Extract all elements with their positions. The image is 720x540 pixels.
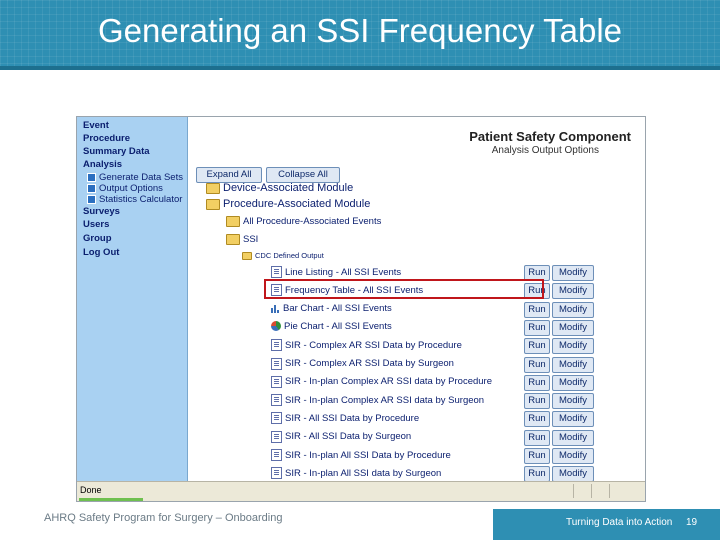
run-button[interactable]: Run bbox=[524, 393, 550, 410]
folder-open-icon bbox=[242, 251, 252, 260]
modify-button[interactable]: Modify bbox=[552, 301, 594, 318]
modify-button[interactable]: Modify bbox=[552, 356, 594, 373]
tree-ssi[interactable]: SSI bbox=[226, 234, 258, 245]
modify-button[interactable]: Modify bbox=[552, 411, 594, 428]
tree-procedure-module[interactable]: Procedure-Associated Module bbox=[206, 198, 370, 210]
report-icon bbox=[271, 375, 282, 388]
output-row-label[interactable]: Bar Chart - All SSI Events bbox=[271, 303, 392, 314]
folder-icon bbox=[206, 182, 220, 194]
status-text: Done bbox=[80, 485, 102, 495]
component-title: Patient Safety Component bbox=[469, 129, 631, 144]
output-row-label[interactable]: SIR - All SSI Data by Procedure bbox=[271, 412, 419, 425]
output-row-label[interactable]: SIR - In-plan Complex AR SSI data by Sur… bbox=[271, 394, 484, 407]
modify-button[interactable]: Modify bbox=[552, 283, 594, 300]
tree-all-procedure-events[interactable]: All Procedure-Associated Events bbox=[226, 216, 381, 227]
modify-button[interactable]: Modify bbox=[552, 374, 594, 391]
pie-chart-icon bbox=[271, 321, 281, 332]
run-button[interactable]: Run bbox=[524, 301, 550, 318]
report-icon bbox=[271, 449, 282, 461]
nav-item-group[interactable]: Group bbox=[83, 233, 112, 244]
report-icon bbox=[271, 430, 282, 443]
nav-item-procedure[interactable]: Procedure bbox=[83, 133, 130, 144]
run-button[interactable]: Run bbox=[524, 411, 550, 428]
report-icon bbox=[271, 339, 282, 352]
slide-title: Generating an SSI Frequency Table bbox=[97, 12, 623, 49]
modify-button[interactable]: Modify bbox=[552, 265, 594, 281]
report-icon bbox=[271, 467, 282, 480]
footer-section-name: Turning Data into Action bbox=[566, 517, 673, 528]
status-segment bbox=[573, 484, 590, 498]
nav-sub-statistics-calculator[interactable]: Statistics Calculator bbox=[87, 194, 182, 205]
run-button[interactable]: Run bbox=[524, 338, 550, 355]
bullet-icon bbox=[87, 184, 96, 193]
nav-item-event[interactable]: Event bbox=[83, 120, 109, 131]
run-button[interactable]: Run bbox=[524, 319, 550, 336]
footer-program-name: AHRQ Safety Program for Surgery – Onboar… bbox=[44, 512, 283, 524]
output-row-label[interactable]: SIR - All SSI Data by Surgeon bbox=[271, 430, 411, 443]
nav-item-surveys[interactable]: Surveys bbox=[83, 206, 120, 217]
nav-sub-output-options[interactable]: Output Options bbox=[87, 183, 163, 194]
sidebar-nav: Event Procedure Summary Data Analysis Ge… bbox=[77, 117, 188, 481]
screenshot-window: Event Procedure Summary Data Analysis Ge… bbox=[76, 116, 646, 502]
status-progress-bar bbox=[79, 498, 143, 501]
folder-icon bbox=[226, 216, 240, 227]
output-row-label[interactable]: SIR - In-plan All SSI Data by Procedure bbox=[271, 449, 451, 461]
nav-item-log-out[interactable]: Log Out bbox=[83, 247, 119, 258]
nav-item-analysis[interactable]: Analysis bbox=[83, 159, 122, 170]
modify-button[interactable]: Modify bbox=[552, 393, 594, 410]
modify-button[interactable]: Modify bbox=[552, 466, 594, 483]
run-button[interactable]: Run bbox=[524, 429, 550, 446]
folder-open-icon bbox=[206, 198, 220, 210]
slide-header: Generating an SSI Frequency Table bbox=[0, 0, 720, 66]
output-row-label[interactable]: Line Listing - All SSI Events bbox=[271, 266, 401, 278]
report-icon bbox=[271, 394, 282, 407]
output-row-label[interactable]: SIR - Complex AR SSI Data by Procedure bbox=[271, 339, 462, 352]
status-segment bbox=[609, 484, 626, 498]
bar-chart-icon bbox=[271, 304, 280, 313]
run-button[interactable]: Run bbox=[524, 356, 550, 373]
folder-open-icon bbox=[226, 234, 240, 245]
report-icon bbox=[271, 412, 282, 425]
browser-status-bar: Done bbox=[77, 481, 645, 501]
expand-all-button[interactable]: Expand All bbox=[196, 167, 262, 183]
bullet-icon bbox=[87, 195, 96, 204]
modify-button[interactable]: Modify bbox=[552, 338, 594, 355]
run-button[interactable]: Run bbox=[524, 374, 550, 391]
highlight-box bbox=[264, 279, 544, 299]
output-row-label[interactable]: Pie Chart - All SSI Events bbox=[271, 321, 392, 332]
tree-device-module[interactable]: Device-Associated Module bbox=[206, 182, 353, 194]
nav-item-users[interactable]: Users bbox=[83, 219, 109, 230]
output-row-label[interactable]: SIR - In-plan Complex AR SSI data by Pro… bbox=[271, 375, 492, 388]
status-segment bbox=[591, 484, 608, 498]
analysis-output-panel: Patient Safety Component Analysis Output… bbox=[188, 117, 645, 483]
bullet-icon bbox=[87, 173, 96, 182]
tree-cdc-defined-output[interactable]: CDC Defined Output bbox=[242, 251, 324, 260]
output-row-label[interactable]: SIR - Complex AR SSI Data by Surgeon bbox=[271, 357, 454, 370]
report-icon bbox=[271, 266, 282, 278]
header-divider bbox=[0, 66, 720, 70]
output-row-label[interactable]: SIR - In-plan All SSI data by Surgeon bbox=[271, 467, 441, 480]
modify-button[interactable]: Modify bbox=[552, 448, 594, 464]
collapse-all-button[interactable]: Collapse All bbox=[266, 167, 340, 183]
nav-item-summary-data[interactable]: Summary Data bbox=[83, 146, 150, 157]
page-number: 19 bbox=[686, 517, 698, 528]
report-icon bbox=[271, 357, 282, 370]
component-subtitle: Analysis Output Options bbox=[491, 145, 599, 156]
modify-button[interactable]: Modify bbox=[552, 319, 594, 336]
run-button[interactable]: Run bbox=[524, 448, 550, 464]
nav-sub-generate-data-sets[interactable]: Generate Data Sets bbox=[87, 172, 183, 183]
run-button[interactable]: Run bbox=[524, 466, 550, 483]
modify-button[interactable]: Modify bbox=[552, 429, 594, 446]
